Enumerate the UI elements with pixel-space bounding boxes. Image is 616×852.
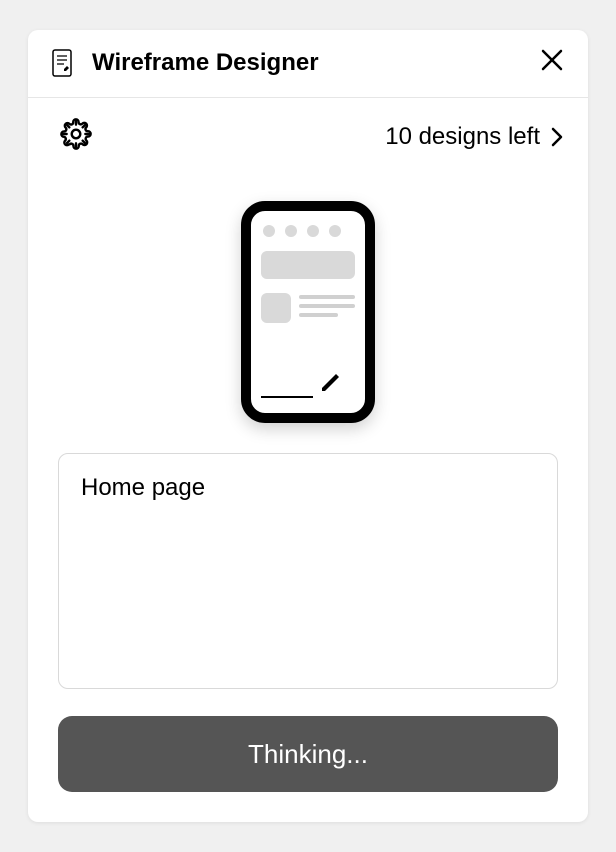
panel-title: Wireframe Designer [92,49,319,77]
wireframe-designer-panel: Wireframe Designer 10 [28,30,588,822]
pencil-icon [319,370,343,399]
wireframe-logo-icon [52,49,72,77]
gear-icon [60,118,92,155]
preview-area [28,165,588,453]
prompt-input-wrap [28,453,588,694]
footer: Thinking... [28,694,588,822]
close-button[interactable] [540,48,564,77]
designs-left-button[interactable]: 10 designs left [385,123,564,151]
chevron-right-icon [550,126,564,148]
generate-button[interactable]: Thinking... [58,716,558,792]
settings-button[interactable] [60,118,92,155]
toolbar: 10 designs left [28,98,588,165]
panel-header: Wireframe Designer [28,30,588,98]
phone-wireframe-icon [241,201,375,423]
prompt-input[interactable] [58,453,558,689]
designs-left-label: 10 designs left [385,123,540,151]
close-icon [540,48,564,77]
